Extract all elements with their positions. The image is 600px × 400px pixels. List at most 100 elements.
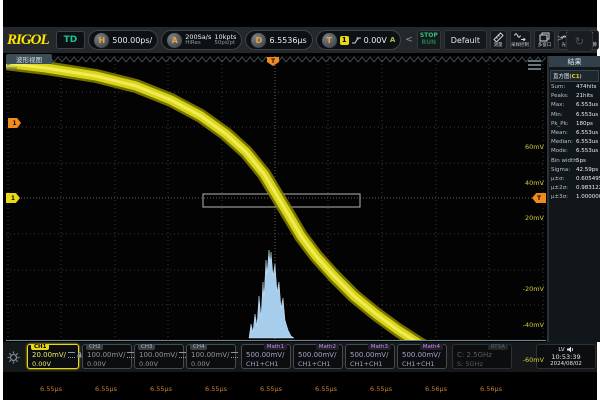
ch1-tab: CH1 — [31, 344, 49, 350]
dc-coupling-icon — [68, 352, 75, 358]
stat-row: μ±2σ:0.983122 — [549, 184, 600, 193]
ch3-offset: 0.00V — [139, 360, 158, 368]
run-stop-button[interactable]: STOP RUN — [417, 30, 441, 50]
clock-box: LV 10:53:39 2024/08/02 — [536, 344, 596, 369]
measure-ruler-icon — [493, 32, 504, 42]
trigger-source-badge: 1 — [340, 36, 349, 45]
trigger-status-badge: TD — [56, 31, 86, 49]
dc-coupling-icon — [231, 352, 238, 358]
system-time: 10:53:39 — [537, 353, 595, 361]
run-label: RUN — [422, 40, 437, 47]
time-label: 6.55μs — [311, 385, 341, 393]
system-date: 2024/08/02 — [537, 361, 595, 367]
plot-menu-icon[interactable] — [528, 58, 541, 72]
speaker-icon — [567, 346, 574, 353]
time-label: 6.56μs — [421, 385, 451, 393]
ch3-tab: CH3 — [138, 344, 155, 350]
rtsa-span: S: 5GHz — [457, 360, 483, 368]
math1-expression: CH1+CH1 — [246, 360, 279, 368]
histogram-source: C1 — [572, 74, 580, 80]
time-label: 6.55μs — [36, 385, 66, 393]
ch1-offset: 0.00V — [32, 360, 51, 368]
ch1-trace-mid — [6, 62, 436, 341]
delay-knob[interactable]: D — [251, 33, 266, 48]
delay-value: 6.5536μs — [269, 36, 306, 45]
histogram-result-tab[interactable]: 直方图(C1) — [550, 70, 599, 82]
stat-row: μ±3σ:1.000000 — [549, 193, 600, 202]
rtsa-status-box[interactable]: RTSA C: 2.5GHz S: 5GHz — [452, 344, 512, 369]
ch2-offset: 0.00V — [87, 360, 106, 368]
math3-tab: Math3 — [368, 344, 391, 350]
math1-scale: 500.00mV/ — [246, 351, 284, 359]
math2-expression: CH1+CH1 — [298, 360, 331, 368]
rising-slope-icon — [352, 36, 361, 45]
waveform-plot-area[interactable]: 60mV 40mV 20mV -20mV -40mV -60mV 6.55μs … — [6, 56, 546, 341]
multi-window-button[interactable]: 多窗口 — [534, 30, 555, 50]
default-button[interactable]: Default — [444, 30, 487, 50]
rigol-logo: RIGOL — [7, 32, 49, 49]
stat-row: Median:6.553us — [549, 138, 600, 147]
ch1-scale: 20.00mV/ — [32, 351, 66, 359]
time-label: 6.55μs — [366, 385, 396, 393]
network-status: LV — [558, 347, 564, 353]
ch1-trace-outer — [6, 62, 436, 341]
acquire-pill[interactable]: A 200Sa/s HiRes 10kpts 50ps/pt — [161, 30, 242, 50]
stat-row: μ±σ:0.605495 — [549, 175, 600, 184]
toolbar-scroll-left-icon[interactable]: < — [404, 35, 414, 45]
results-panel-title: 结果 — [549, 56, 600, 67]
ch4-tab: CH4 — [190, 344, 207, 350]
math2-tab: Math2 — [316, 344, 339, 350]
horizontal-scale-pill[interactable]: H 500.00ps/ — [88, 30, 158, 50]
volt-label: -60mV — [508, 356, 544, 364]
math4-status-box[interactable]: Math4 500.00mV/ CH1+CH1 — [397, 344, 447, 369]
ch3-status-box[interactable]: CH3 100.00mV/ 0.00V — [134, 344, 184, 369]
ch2-scale: 100.00mV/ — [87, 351, 125, 359]
ch2-tab: CH2 — [86, 344, 103, 350]
ch4-offset: 0.00V — [191, 360, 210, 368]
ch2-status-box[interactable]: CH2 100.00mV/ 0.00V — [82, 344, 132, 369]
trigger-sweep-mode: A — [390, 36, 395, 44]
sample-control-button[interactable]: 采样控制 — [510, 30, 531, 50]
math2-status-box[interactable]: Math2 500.00mV/ CH1+CH1 — [293, 344, 343, 369]
stat-row: Sum:474hits — [549, 83, 600, 92]
horizontal-scale-value: 500.00ps/ — [112, 36, 152, 45]
time-resolution: 50ps/pt — [214, 41, 236, 47]
ch1-trace-core — [6, 62, 436, 341]
trigger-pill[interactable]: T 1 0.00V A — [316, 30, 402, 50]
waveform-view-tab[interactable]: 波形视图 — [6, 54, 52, 64]
math1-tab: Math1 — [264, 344, 287, 350]
delay-pill[interactable]: D 6.5536μs — [245, 30, 312, 50]
results-panel: 结果 直方图(C1) Sum:474hits Peaks:21hits Max:… — [547, 56, 600, 342]
horizontal-knob[interactable]: H — [94, 33, 109, 48]
oscilloscope-screen: RIGOL TD H 500.00ps/ A 200Sa/s HiRes 10k… — [3, 0, 597, 400]
time-label: 6.55μs — [146, 385, 176, 393]
ch1-status-box[interactable]: CH1 20.00mV/ 0.00V — [27, 344, 79, 369]
stat-row: Sigma:42.59ps — [549, 166, 600, 175]
trigger-level-value: 0.00V — [364, 36, 387, 45]
ch4-status-box[interactable]: CH4 100.00mV/ 0.00V — [186, 344, 236, 369]
acquire-knob[interactable]: A — [167, 33, 182, 48]
math3-status-box[interactable]: Math3 500.00mV/ CH1+CH1 — [345, 344, 395, 369]
time-label: 6.55μs — [256, 385, 286, 393]
measure-button[interactable]: 测量 — [490, 30, 507, 50]
time-label: 6.56μs — [476, 385, 506, 393]
jitter-histogram — [249, 250, 294, 338]
sample-control-icon — [514, 32, 526, 42]
time-label: 6.55μs — [91, 385, 121, 393]
stat-row: Max:6.553us — [549, 101, 600, 110]
plot-bottom-divider — [6, 340, 546, 341]
trigger-knob[interactable]: T — [322, 33, 337, 48]
stat-row: Bin width:5ps — [549, 157, 600, 166]
settings-gear-icon[interactable] — [7, 349, 20, 368]
ch3-scale: 100.00mV/ — [139, 351, 177, 359]
stat-row: Peaks:21hits — [549, 92, 600, 101]
stat-row: Mode:6.553us — [549, 147, 600, 156]
math4-tab: Math4 — [420, 344, 443, 350]
stat-row: Min:6.553us — [549, 111, 600, 120]
toolbar-scroll-right-icon[interactable]: > — [556, 34, 564, 44]
rtsa-tab: RTSA — [488, 344, 508, 350]
acquire-mode: HiRes — [185, 41, 211, 47]
math1-status-box[interactable]: Math1 500.00mV/ CH1+CH1 — [241, 344, 291, 369]
ch4-scale: 100.00mV/ — [191, 351, 229, 359]
multi-window-icon — [539, 32, 550, 42]
